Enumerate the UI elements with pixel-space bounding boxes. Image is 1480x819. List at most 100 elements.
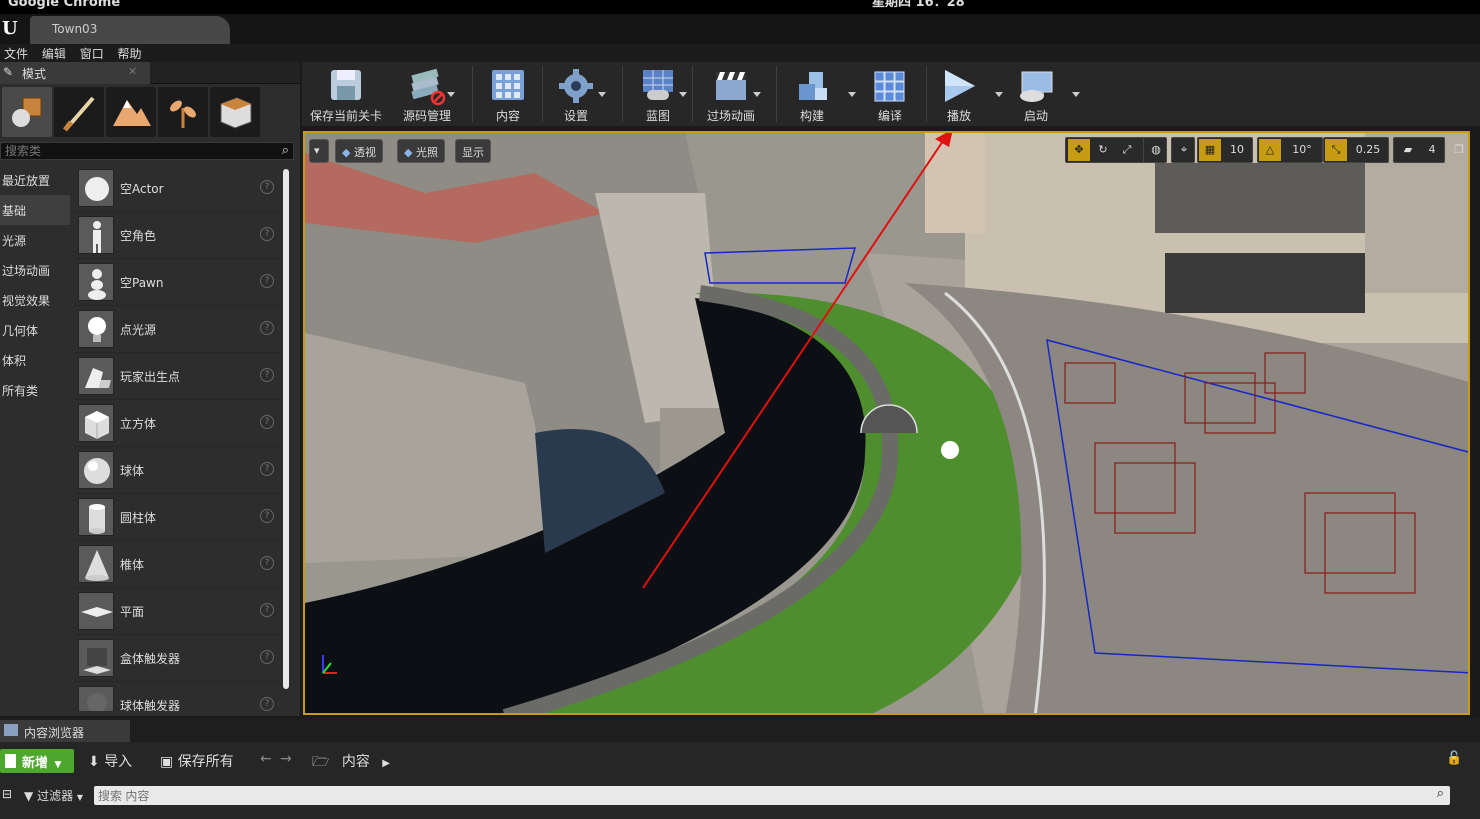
landscape-mode-button[interactable]: [106, 87, 156, 137]
maximize-viewport-icon[interactable]: ❐: [1451, 139, 1467, 161]
settings-button[interactable]: 设置: [546, 62, 606, 126]
surface-snap-toggle[interactable]: ⌖: [1171, 137, 1195, 163]
actor-row-cone[interactable]: 椎体 ?: [74, 541, 280, 588]
search-icon[interactable]: ⌕: [282, 143, 289, 158]
help-icon[interactable]: ?: [260, 227, 274, 241]
category-geometry[interactable]: 几何体: [0, 315, 70, 345]
play-icon: [945, 70, 975, 102]
search-icon[interactable]: ⌕: [1437, 786, 1444, 801]
launch-button[interactable]: 启动: [1008, 62, 1064, 126]
help-icon[interactable]: ?: [260, 462, 274, 476]
place-mode-button[interactable]: [2, 87, 52, 137]
help-icon[interactable]: ?: [260, 368, 274, 382]
content-search-input[interactable]: [94, 786, 1394, 805]
scale-icon[interactable]: ⤢: [1116, 139, 1138, 161]
actor-label: 点光源: [120, 323, 157, 337]
actor-row-empty-actor[interactable]: 空Actor ?: [74, 165, 280, 212]
modes-close-icon[interactable]: ✕: [128, 65, 137, 78]
os-app-name[interactable]: Google Chrome: [8, 0, 120, 9]
perspective-button[interactable]: ◆ 透视: [335, 139, 383, 163]
blueprint-dropdown[interactable]: [679, 92, 687, 97]
cinematics-dropdown[interactable]: [753, 92, 761, 97]
build-label: 构建: [799, 109, 824, 123]
world-local-toggle[interactable]: ◍: [1143, 137, 1167, 163]
help-icon[interactable]: ?: [260, 180, 274, 194]
camera-speed-control[interactable]: ▰ 4: [1393, 137, 1445, 163]
history-forward-icon[interactable]: →: [280, 751, 292, 767]
category-all-classes[interactable]: 所有类: [0, 375, 70, 405]
help-icon[interactable]: ?: [260, 556, 274, 570]
help-icon[interactable]: ?: [260, 603, 274, 617]
show-button[interactable]: 显示: [455, 139, 491, 163]
help-icon[interactable]: ?: [260, 509, 274, 523]
actor-label: 空Actor: [120, 182, 164, 196]
paint-mode-button[interactable]: [54, 87, 104, 137]
lighting-button[interactable]: ◆ 光照: [397, 139, 445, 163]
save-all-button[interactable]: ▣ 保存所有: [160, 751, 234, 771]
actor-row-plane[interactable]: 平面 ?: [74, 588, 280, 635]
actor-label: 空角色: [120, 229, 157, 243]
rotate-icon[interactable]: ↻: [1092, 139, 1114, 161]
menu-edit[interactable]: 编辑: [38, 44, 72, 62]
rotation-snap-control[interactable]: △ 10°: [1257, 137, 1323, 163]
save-current-level-button[interactable]: 保存当前关卡: [306, 62, 386, 126]
actor-row-sphere[interactable]: 球体 ?: [74, 447, 280, 494]
filters-button[interactable]: ▼ 过滤器 ▼: [24, 787, 83, 804]
class-search-input[interactable]: [1, 143, 261, 159]
menu-window[interactable]: 窗口: [76, 44, 110, 62]
help-icon[interactable]: ?: [260, 415, 274, 429]
category-visual-effects[interactable]: 视觉效果: [0, 285, 70, 315]
actor-row-empty-pawn[interactable]: 空Pawn ?: [74, 259, 280, 306]
actor-row-point-light[interactable]: 点光源 ?: [74, 306, 280, 353]
build-dropdown[interactable]: [848, 92, 856, 97]
play-button[interactable]: 播放: [930, 62, 988, 126]
import-button[interactable]: ⬇ 导入: [88, 751, 132, 771]
path-chevron-icon[interactable]: ▶: [382, 758, 390, 769]
camera-icon: ▰: [1403, 143, 1413, 156]
level-tab[interactable]: Town03: [30, 16, 230, 44]
modes-panel-header: ✎ 模式 ✕: [0, 62, 300, 84]
actor-label: 立方体: [120, 417, 157, 431]
actor-list-scrollbar[interactable]: [283, 169, 289, 689]
actor-row-cube[interactable]: 立方体 ?: [74, 400, 280, 447]
actor-row-box-trigger[interactable]: 盒体触发器 ?: [74, 635, 280, 682]
level-viewport[interactable]: ▾ ◆ 透视 ◆ 光照 显示 ✥ ↻ ⤢ ◍ ⌖ ▦ 10 △ 10° ⤡ 0.…: [303, 131, 1470, 715]
help-icon[interactable]: ?: [260, 697, 274, 711]
settings-dropdown[interactable]: [598, 92, 606, 97]
scale-snap-control[interactable]: ⤡ 0.25: [1323, 137, 1389, 163]
category-basic[interactable]: 基础: [0, 195, 70, 225]
menu-help[interactable]: 帮助: [114, 44, 148, 62]
actor-row-sphere-trigger[interactable]: 球体触发器 ?: [74, 682, 280, 711]
help-icon[interactable]: ?: [260, 650, 274, 664]
launch-dropdown[interactable]: [1072, 92, 1080, 97]
compile-button[interactable]: 编译: [862, 62, 918, 126]
geometry-edit-mode-button[interactable]: [210, 87, 260, 137]
menu-file[interactable]: 文件: [0, 44, 34, 62]
play-dropdown[interactable]: [995, 92, 1003, 97]
content-button[interactable]: 内容: [478, 62, 538, 126]
cube-icon: [78, 404, 114, 442]
actor-row-player-start[interactable]: 玩家出生点 ?: [74, 353, 280, 400]
help-icon[interactable]: ?: [260, 274, 274, 288]
category-volumes[interactable]: 体积: [0, 345, 70, 375]
category-recent[interactable]: 最近放置: [0, 165, 70, 195]
actor-row-empty-character[interactable]: 空角色 ?: [74, 212, 280, 259]
path-root-button[interactable]: 🗁 内容 ▶: [312, 751, 390, 775]
viewport-options-button[interactable]: ▾: [309, 139, 329, 163]
build-button[interactable]: 构建: [782, 62, 842, 126]
sources-panel-icon[interactable]: ⊟: [2, 787, 12, 801]
actor-row-cylinder[interactable]: 圆柱体 ?: [74, 494, 280, 541]
add-new-button[interactable]: 新增 ▼: [0, 749, 74, 773]
category-lights[interactable]: 光源: [0, 225, 70, 255]
grid-snap-control[interactable]: ▦ 10: [1197, 137, 1253, 163]
source-control-dropdown[interactable]: [447, 92, 455, 97]
translate-icon[interactable]: ✥: [1068, 139, 1090, 161]
help-icon[interactable]: ?: [260, 321, 274, 335]
category-cinematic[interactable]: 过场动画: [0, 255, 70, 285]
class-search-box: ⌕: [0, 142, 294, 160]
history-back-icon[interactable]: ←: [260, 751, 272, 767]
content-label: 内容: [495, 109, 520, 123]
foliage-mode-button[interactable]: [158, 87, 208, 137]
lock-icon[interactable]: 🔓: [1446, 751, 1462, 766]
box-trigger-icon: [78, 639, 114, 677]
